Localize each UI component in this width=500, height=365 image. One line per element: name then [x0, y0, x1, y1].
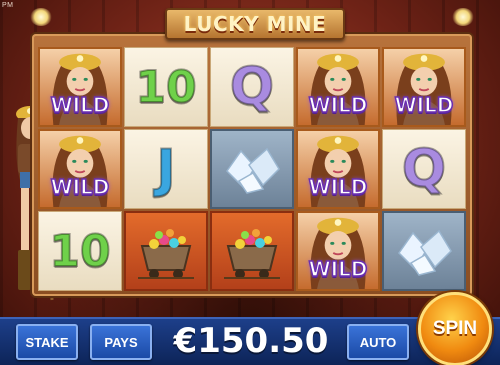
wild-label: WILD [308, 174, 368, 200]
diamonds-symbol [212, 131, 292, 207]
ten-symbol-text: 10 [48, 225, 111, 278]
reel-cell: WILD [296, 211, 380, 291]
reel-cell: WILD [382, 47, 466, 127]
wild-symbol: WILD [384, 49, 464, 125]
wild-symbol: WILD [40, 131, 120, 207]
wild-symbol: WILD [40, 49, 120, 125]
corner-label: PM [2, 2, 14, 9]
wild-symbol: WILD [298, 49, 378, 125]
reel-cell: WILD [296, 47, 380, 127]
title-banner: LUCKY MINE [165, 8, 345, 40]
mine-lamp-left-icon [30, 8, 52, 26]
wild-label: WILD [50, 174, 110, 200]
reel-cell: 10 [38, 211, 122, 291]
auto-button[interactable]: AUTO [347, 324, 409, 360]
wild-label: WILD [308, 256, 368, 282]
queen-symbol: Q [211, 48, 293, 126]
queen-symbol-text: Q [229, 56, 275, 118]
ten-symbol: 10 [125, 48, 207, 126]
gem-cart-symbol [126, 213, 206, 289]
reel-cell: WILD [296, 129, 380, 209]
jack-symbol: J [125, 130, 207, 208]
jack-symbol-text: J [155, 138, 176, 200]
reel-cell [124, 211, 208, 291]
reel-cell: 10 [124, 47, 208, 127]
reel-cell: WILD [38, 129, 122, 209]
gem-cart-symbol [212, 213, 292, 289]
mine-lamp-right-icon [452, 8, 474, 26]
reel-cell [210, 211, 294, 291]
stake-button[interactable]: STAKE [16, 324, 78, 360]
wild-label: WILD [394, 92, 454, 118]
reel-cell [382, 211, 466, 291]
queen-symbol-text: Q [401, 138, 447, 200]
reel-cell: Q [382, 129, 466, 209]
wild-symbol: WILD [298, 213, 378, 289]
reel-cell: J [124, 129, 208, 209]
pays-button[interactable]: PAYS [90, 324, 152, 360]
reel-cell [210, 129, 294, 209]
spin-button[interactable]: SPIN [418, 292, 492, 365]
wild-symbol: WILD [298, 131, 378, 207]
wild-label: WILD [308, 92, 368, 118]
reel-cell: Q [210, 47, 294, 127]
game-title: LUCKY MINE [183, 12, 327, 36]
wild-label: WILD [50, 92, 110, 118]
ten-symbol-text: 10 [134, 61, 197, 114]
balance-display: €150.50 [173, 321, 329, 361]
ten-symbol: 10 [39, 212, 121, 290]
reels-grid: WILD 10 Q WILD WILD WILD J WILD Q 10 WIL… [38, 47, 466, 291]
reel-cell: WILD [38, 47, 122, 127]
queen-symbol: Q [383, 130, 465, 208]
diamonds-symbol [384, 213, 464, 289]
